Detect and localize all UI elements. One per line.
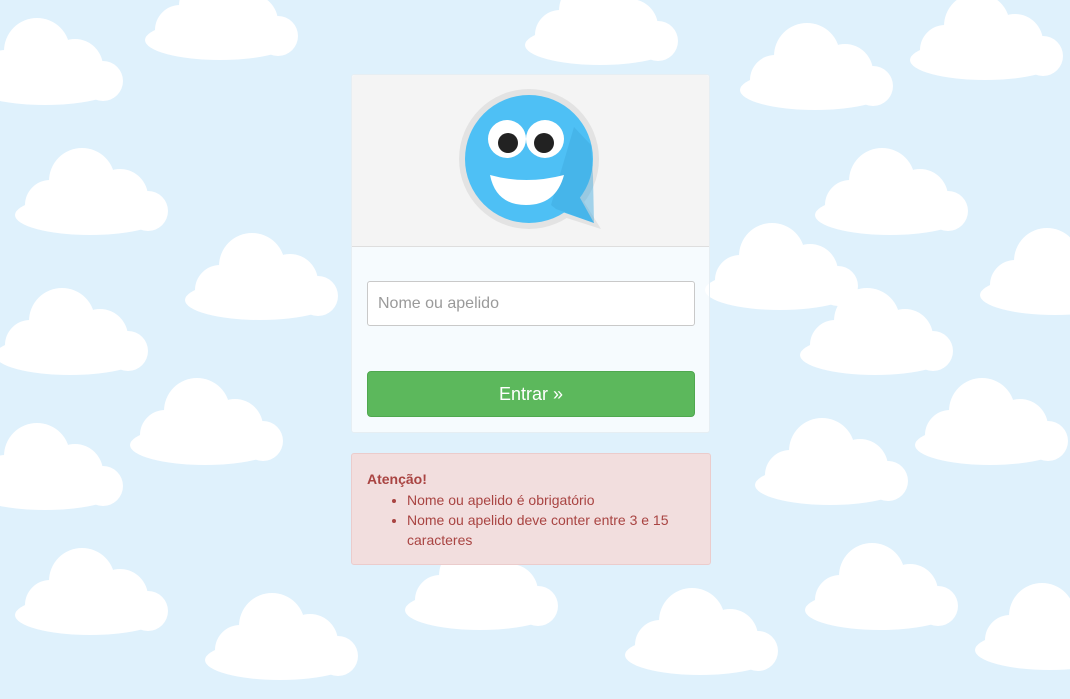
- smiling-chat-bubble-icon: [459, 89, 601, 229]
- login-card: Entrar »: [351, 74, 710, 433]
- login-card-header: [352, 75, 709, 247]
- alert-title: Atenção!: [367, 471, 427, 487]
- error-item: Nome ou apelido deve conter entre 3 e 15…: [407, 510, 697, 550]
- name-input[interactable]: [367, 281, 695, 326]
- error-item: Nome ou apelido é obrigatório: [407, 490, 697, 510]
- error-list: Nome ou apelido é obrigatório Nome ou ap…: [367, 490, 695, 550]
- submit-button[interactable]: Entrar »: [367, 371, 695, 417]
- error-alert: Atenção! Nome ou apelido é obrigatório N…: [351, 453, 711, 565]
